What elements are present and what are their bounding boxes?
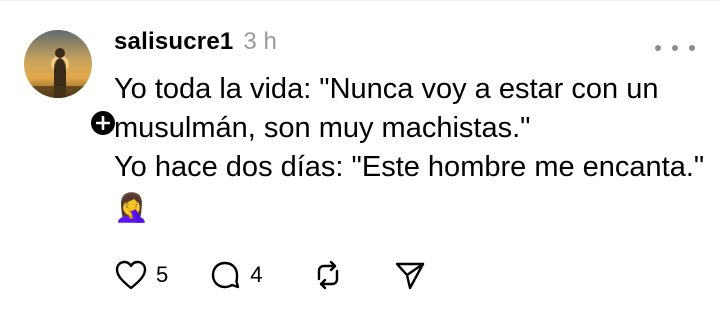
post-text: Yo toda la vida: "Nunca voy a estar con … (114, 70, 705, 228)
facepalm-emoji: 🤦‍♀️ (114, 192, 149, 223)
top-divider (0, 0, 720, 1)
comment-icon (212, 261, 240, 289)
share-button[interactable] (393, 259, 427, 291)
more-horizontal-icon (655, 45, 661, 51)
repost-button[interactable] (311, 259, 345, 291)
post-header: salisucre1 3 h (114, 28, 694, 66)
like-button[interactable]: 5 (114, 259, 168, 291)
plus-icon (96, 116, 110, 130)
repost-icon (317, 260, 338, 290)
timestamp: 3 h (243, 28, 277, 55)
send-icon (395, 262, 424, 290)
post-text-line: Yo hace dos días: "Este hombre me encant… (114, 151, 705, 183)
more-horizontal-icon (689, 45, 695, 51)
post: salisucre1 3 h Yo toda la vida: "Nunca v… (114, 28, 705, 228)
username[interactable]: salisucre1 (114, 28, 233, 56)
post-text-line: musulmán, son muy machistas." (114, 112, 531, 144)
comment-count: 4 (250, 262, 263, 287)
avatar[interactable] (24, 30, 92, 98)
heart-icon (115, 260, 147, 290)
post-text-line: Yo toda la vida: "Nunca voy a estar con … (114, 73, 659, 105)
like-count: 5 (156, 262, 169, 287)
avatar-container[interactable] (24, 30, 118, 138)
more-options-button[interactable] (655, 38, 695, 58)
comment-button[interactable]: 4 (208, 259, 263, 291)
more-horizontal-icon (672, 45, 678, 51)
post-actions: 5 4 (114, 257, 427, 293)
